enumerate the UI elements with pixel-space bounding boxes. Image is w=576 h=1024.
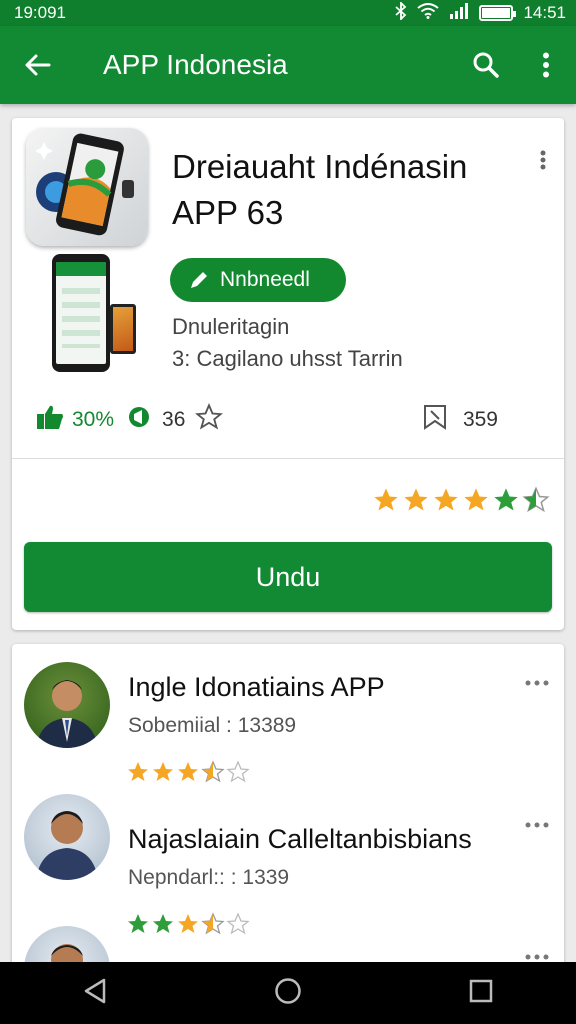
circle-home-icon bbox=[275, 977, 301, 1004]
wifi-icon bbox=[417, 2, 440, 24]
more-horizontal-icon bbox=[525, 680, 549, 686]
star-icon bbox=[464, 488, 488, 511]
star-icon bbox=[178, 914, 198, 933]
installed-label: Nnbneedl bbox=[220, 268, 310, 291]
tablet-screenshot[interactable] bbox=[110, 304, 136, 354]
status-time-right: 14:51 bbox=[523, 3, 566, 22]
battery-icon bbox=[479, 5, 517, 21]
square-recents-icon bbox=[469, 979, 492, 1002]
app-bar: APP Indonesia bbox=[0, 26, 576, 104]
app-subtitle: 3: Cagilano uhsst Tarrin bbox=[172, 346, 403, 371]
likes-count: 30% bbox=[72, 408, 115, 431]
review-more-button[interactable] bbox=[524, 816, 550, 834]
status-bar: 19:091 14:51 bbox=[0, 0, 576, 26]
nav-back-button[interactable] bbox=[83, 978, 107, 1009]
star-icon bbox=[404, 488, 428, 511]
app-title-line1: Dreiauaht Indénasin bbox=[172, 148, 468, 185]
search-icon bbox=[473, 52, 499, 78]
star-icon bbox=[128, 914, 148, 933]
search-button[interactable] bbox=[456, 51, 516, 79]
review-stars bbox=[126, 912, 250, 936]
star-icon bbox=[128, 762, 148, 781]
star-half-icon bbox=[522, 486, 550, 513]
star-empty-icon bbox=[226, 760, 250, 783]
back-button[interactable] bbox=[0, 54, 76, 76]
bookmark-icon[interactable] bbox=[421, 403, 449, 437]
app-stats: 30% 36 359 bbox=[36, 402, 556, 438]
overflow-menu-button[interactable] bbox=[516, 52, 576, 78]
nav-recents-button[interactable] bbox=[469, 979, 493, 1008]
review-meta: Sobemiial : 13389 bbox=[128, 714, 297, 737]
app-icon[interactable] bbox=[26, 128, 148, 246]
page-title: APP Indonesia bbox=[103, 49, 288, 80]
review-stars bbox=[126, 760, 250, 784]
installed-button[interactable]: Nnbneedl bbox=[170, 258, 346, 302]
review-name: Najaslaiain Calleltanbisbians bbox=[128, 824, 472, 854]
app-title-line2: APP 63 bbox=[172, 194, 284, 231]
app-developer: Dnuleritagin bbox=[172, 314, 290, 339]
star-icon bbox=[153, 762, 173, 781]
download-button[interactable]: Undu bbox=[24, 542, 552, 612]
more-horizontal-icon bbox=[525, 822, 549, 828]
arrow-left-icon bbox=[25, 54, 51, 76]
star-icon bbox=[374, 488, 398, 511]
divider bbox=[12, 458, 564, 459]
app-logo-icon bbox=[35, 133, 134, 236]
reviews-list: Ingle Idonatiains APP Sobemiial : 13389 … bbox=[12, 644, 564, 974]
navigation-bar bbox=[0, 962, 576, 1024]
avatar[interactable] bbox=[24, 662, 110, 748]
saves-count: 359 bbox=[462, 408, 498, 431]
status-icons: 14:51 bbox=[395, 0, 566, 25]
app-detail-card: Dreiauaht Indénasin APP 63 Nnbneedl Dnul… bbox=[12, 118, 564, 630]
app-title: Dreiauaht Indénasin APP 63 bbox=[172, 144, 512, 236]
bluetooth-icon bbox=[395, 0, 407, 25]
thumbs-up-icon[interactable] bbox=[36, 404, 64, 436]
more-horizontal-icon bbox=[525, 954, 549, 960]
nav-home-button[interactable] bbox=[274, 977, 302, 1010]
review-meta: Nepndarl:: : 1339 bbox=[128, 866, 290, 889]
star-half-icon bbox=[201, 912, 225, 935]
pencil-icon bbox=[191, 272, 207, 288]
rating-stars bbox=[372, 486, 550, 514]
star-icon bbox=[153, 914, 173, 933]
avatar[interactable] bbox=[24, 794, 110, 880]
star-icon bbox=[434, 488, 458, 511]
shares-count: 36 bbox=[162, 408, 186, 431]
star-icon bbox=[178, 762, 198, 781]
star-half-icon bbox=[201, 760, 225, 783]
more-vertical-icon bbox=[540, 150, 546, 170]
triangle-back-icon bbox=[85, 978, 106, 1003]
phone-screenshot[interactable] bbox=[52, 254, 110, 372]
star-outline-icon[interactable] bbox=[195, 402, 224, 437]
signal-icon bbox=[449, 2, 469, 24]
star-icon bbox=[494, 488, 518, 511]
review-more-button[interactable] bbox=[524, 674, 550, 692]
more-vertical-icon bbox=[543, 52, 549, 78]
app-more-button[interactable] bbox=[540, 150, 546, 175]
star-empty-icon bbox=[226, 912, 250, 935]
share-icon[interactable] bbox=[126, 404, 152, 436]
review-name: Ingle Idonatiains APP bbox=[128, 672, 385, 702]
status-time-left: 19:091 bbox=[14, 3, 66, 22]
